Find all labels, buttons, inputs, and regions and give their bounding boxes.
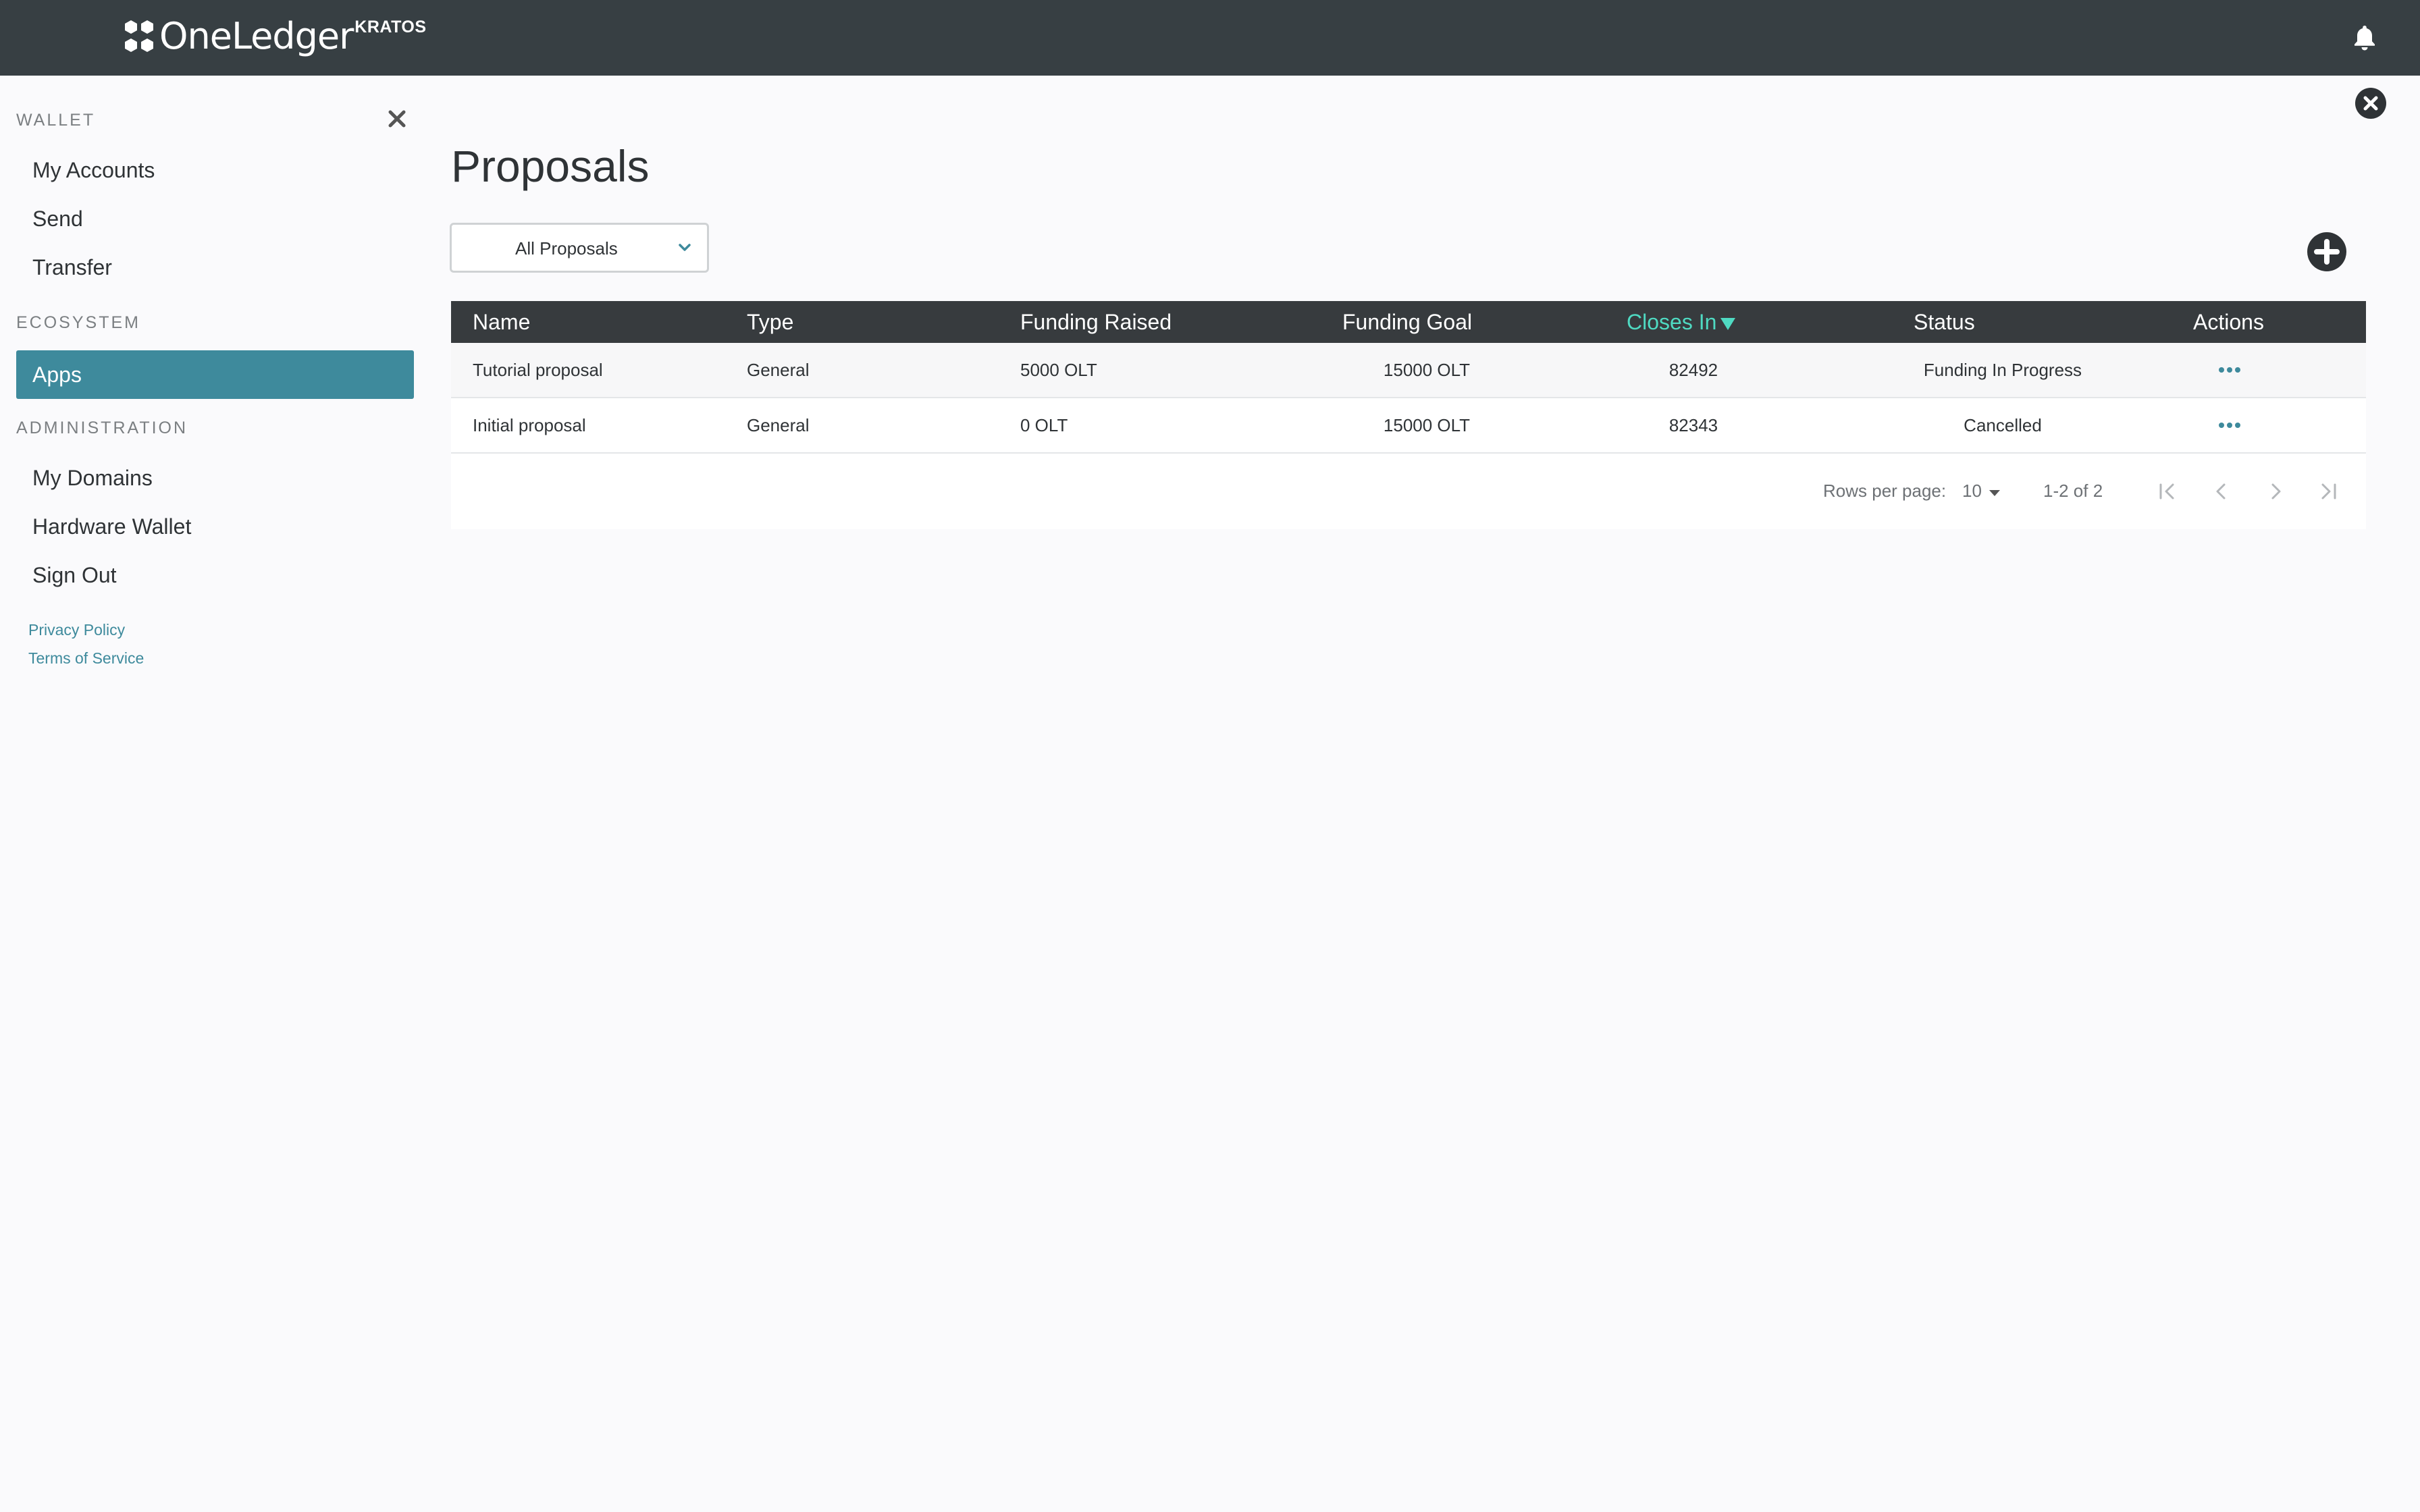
table-row[interactable]: Initial proposal General 0 OLT 15000 OLT… [451, 398, 2366, 454]
sidebar-section-wallet: WALLET [16, 111, 96, 130]
column-header-funding-raised[interactable]: Funding Raised [1020, 301, 1172, 343]
privacy-policy-link[interactable]: Privacy Policy [28, 621, 125, 639]
cell-funding-goal: 15000 OLT [1383, 360, 1471, 380]
cell-closes-in: 82492 [1668, 360, 1718, 380]
logo-icon [125, 20, 153, 52]
cell-funding-goal: 15000 OLT [1383, 415, 1471, 435]
plus-circle-icon[interactable] [2307, 232, 2347, 272]
sidebar-section-administration: ADMINISTRATION [16, 418, 188, 437]
sidebar-section-ecosystem: ECOSYSTEM [16, 313, 140, 332]
sidebar: WALLET My Accounts Send Transfer ECOSYST… [0, 76, 432, 1512]
column-header-closes-in-label: Closes In [1627, 310, 1717, 334]
brand-edition: KRATOS [354, 18, 427, 36]
next-page-icon[interactable] [2262, 478, 2289, 505]
sidebar-item-my-domains[interactable]: My Domains [32, 466, 153, 491]
terms-of-service-link[interactable]: Terms of Service [28, 649, 144, 668]
sidebar-item-my-accounts[interactable]: My Accounts [32, 158, 155, 183]
cell-funding-raised: 0 OLT [1020, 415, 1068, 435]
prev-page-icon[interactable] [2208, 478, 2235, 505]
sidebar-item-send[interactable]: Send [32, 207, 83, 232]
first-page-icon[interactable] [2154, 478, 2181, 505]
proposal-filter-select[interactable]: All Proposals [450, 223, 709, 273]
more-icon[interactable] [2219, 367, 2240, 374]
filter-selected-value: All Proposals [515, 238, 618, 259]
cell-funding-raised: 5000 OLT [1020, 360, 1097, 380]
cell-type: General [747, 415, 810, 435]
sidebar-item-apps[interactable]: Apps [16, 350, 414, 399]
cell-status: Funding In Progress [1923, 360, 2082, 380]
pagination-range: 1-2 of 2 [2043, 481, 2103, 501]
sort-descending-icon [1720, 317, 1736, 330]
table-header: Name Type Funding Raised Funding Goal Cl… [451, 301, 2366, 343]
brand-name: OneLedger [159, 15, 354, 57]
column-header-status[interactable]: Status [1914, 301, 1975, 343]
chevron-down-icon [679, 244, 691, 251]
rows-per-page-select[interactable]: 10 [1962, 481, 1982, 502]
table-row[interactable]: Tutorial proposal General 5000 OLT 15000… [451, 343, 2366, 398]
last-page-icon[interactable] [2315, 478, 2342, 505]
caret-down-icon[interactable] [1989, 490, 2000, 496]
top-bar: OneLedger KRATOS [0, 0, 2420, 76]
column-header-type[interactable]: Type [747, 301, 793, 343]
rows-per-page-label: Rows per page: [1823, 481, 1947, 501]
cell-type: General [747, 360, 810, 380]
cell-name: Initial proposal [473, 415, 586, 435]
cell-closes-in: 82343 [1668, 415, 1718, 435]
column-header-name[interactable]: Name [473, 301, 530, 343]
bell-icon[interactable] [2352, 24, 2377, 51]
column-header-funding-goal[interactable]: Funding Goal [1342, 301, 1472, 343]
column-header-actions: Actions [2193, 310, 2264, 334]
column-header-closes-in[interactable]: Closes In [1627, 301, 1736, 343]
sidebar-item-sign-out[interactable]: Sign Out [32, 563, 117, 588]
brand-logo[interactable]: OneLedger KRATOS [123, 16, 427, 59]
sidebar-item-hardware-wallet[interactable]: Hardware Wallet [32, 514, 191, 539]
close-icon[interactable] [388, 109, 406, 128]
sidebar-item-transfer[interactable]: Transfer [32, 255, 112, 280]
more-icon[interactable] [2219, 423, 2240, 429]
close-circle-icon[interactable] [2355, 87, 2387, 119]
cell-name: Tutorial proposal [473, 360, 603, 380]
cell-status: Cancelled [1964, 415, 2042, 435]
page-title: Proposals [451, 141, 650, 191]
